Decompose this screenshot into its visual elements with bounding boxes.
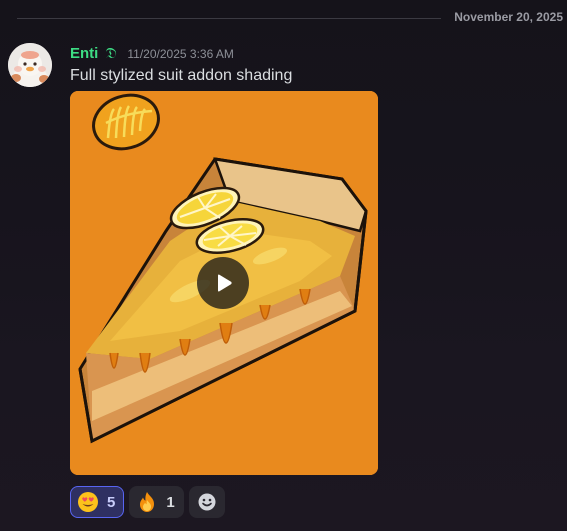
add-reaction-icon (198, 493, 216, 511)
reaction-fire[interactable]: 1 (129, 486, 184, 518)
user-badge: 𝔇 (105, 44, 117, 62)
add-reaction-button[interactable] (188, 486, 225, 518)
divider-date: November 20, 2025 (454, 10, 563, 24)
heart-eyes-emoji-icon (78, 492, 98, 512)
fire-emoji-icon (140, 492, 155, 512)
message-text: Full stylized suit addon shading (70, 67, 293, 84)
message-header: Enti 𝔇 11/20/2025 3:36 AM (70, 44, 234, 62)
reaction-heart-eyes[interactable]: 5 (70, 486, 125, 518)
video-attachment[interactable] (70, 91, 378, 475)
reaction-count: 1 (166, 493, 175, 511)
play-icon (218, 274, 232, 292)
reaction-count: 5 (107, 493, 116, 511)
play-button[interactable] (197, 257, 249, 309)
reactions-bar: 5 1 (70, 486, 225, 518)
username[interactable]: Enti (70, 45, 98, 62)
message-timestamp[interactable]: 11/20/2025 3:36 AM (127, 47, 234, 61)
avatar-image (8, 43, 52, 87)
date-divider: November 20, 2025 (0, 8, 567, 28)
avatar[interactable] (8, 43, 52, 87)
divider-line (17, 18, 441, 19)
